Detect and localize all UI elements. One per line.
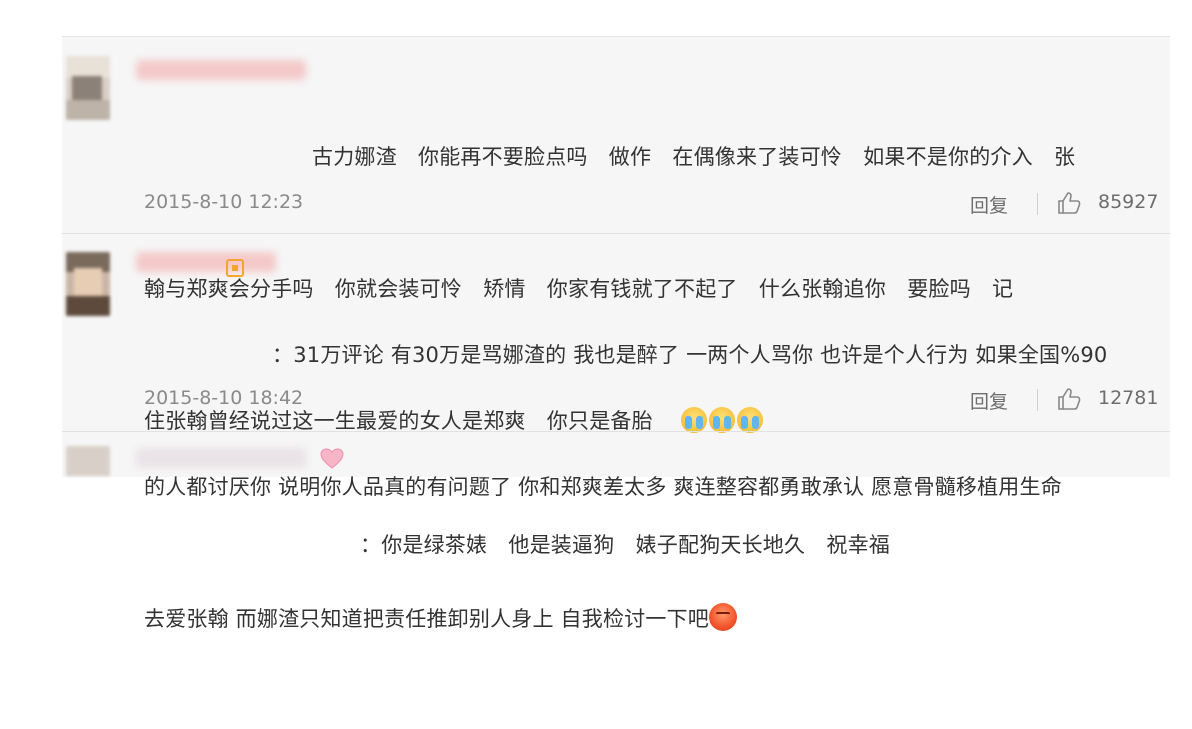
- avatar[interactable]: [66, 446, 110, 476]
- reply-button[interactable]: 回复: [970, 191, 1008, 218]
- divider: [1037, 193, 1038, 215]
- comment-line: ：你是绿茶婊 他是装逼狗 婊子配狗天长地久 祝幸福: [360, 533, 890, 557]
- comment-item: 古力娜渣 你能再不要脸点吗 做作 在偶像来了装可怜 如果不是你的介入 张 翰与郑…: [62, 40, 1170, 433]
- like-count: 85927: [1098, 191, 1159, 213]
- comment-timestamp: 2015-8-10 18:42: [144, 387, 304, 409]
- avatar[interactable]: [66, 252, 110, 316]
- comment-item: ：31万评论 有30万是骂娜渣的 我也是醉了 一两个人骂你 也许是个人行为 如果…: [62, 236, 1170, 631]
- divider: [1037, 389, 1038, 411]
- thumbs-up-icon[interactable]: [1056, 386, 1082, 412]
- comment-divider: [62, 233, 1170, 234]
- comment-line: ：31万评论 有30万是骂娜渣的 我也是醉了 一两个人骂你 也许是个人行为 如果…: [272, 343, 1108, 367]
- thumbs-up-icon[interactable]: [1056, 190, 1082, 216]
- avatar[interactable]: [66, 56, 110, 120]
- comment-line: 古力娜渣 你能再不要脸点吗 做作 在偶像来了装可怜 如果不是你的介入 张: [312, 145, 1076, 169]
- reply-button[interactable]: 回复: [970, 387, 1008, 414]
- comment-timestamp: 2015-8-10 12:23: [144, 191, 304, 213]
- comment-text: ：你是绿茶婊 他是装逼狗 婊子配狗天长地久 祝幸福: [144, 435, 1166, 655]
- like-count: 12781: [1098, 387, 1159, 409]
- comment-item: ：你是绿茶婊 他是装逼狗 婊子配狗天长地久 祝幸福: [62, 432, 1170, 557]
